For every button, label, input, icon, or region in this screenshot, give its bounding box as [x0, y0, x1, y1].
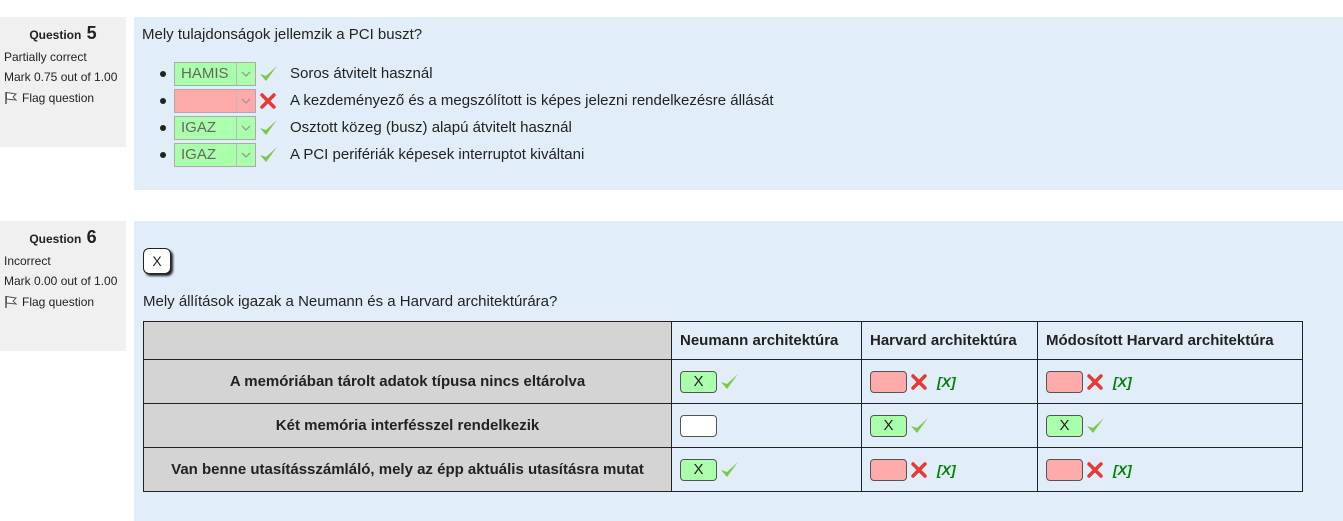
chevron-down-icon — [236, 62, 255, 85]
flag-icon — [5, 91, 18, 104]
matrix-cell: X — [1037, 403, 1303, 448]
question-label: Question — [29, 232, 82, 246]
answer-checkbox[interactable]: X — [1046, 414, 1083, 437]
matrix-cell — [671, 403, 862, 448]
cell-content: [X] — [870, 370, 1037, 393]
matrix-cell: [X] — [861, 447, 1038, 492]
question-number-value: 6 — [86, 227, 97, 247]
row-label: Van benne utasításszámláló, mely az épp … — [143, 447, 672, 492]
row-label: A memóriában tárolt adatok típusa nincs … — [143, 359, 672, 404]
flag-question-link[interactable]: Flag question — [0, 295, 126, 309]
answer-checkbox[interactable] — [870, 458, 907, 481]
answer-checkbox[interactable] — [1046, 370, 1083, 393]
cell-content: [X] — [870, 458, 1037, 481]
chevron-down-icon — [236, 89, 255, 112]
matrix-cell: [X] — [1037, 447, 1303, 492]
chevron-down-icon — [236, 143, 255, 166]
question-grade: Mark 0.00 out of 1.00 — [4, 274, 118, 288]
answer-item: A kezdeményező és a megszólított is képe… — [134, 87, 774, 114]
answer-item: IGAZ Osztott közeg (busz) alapú átvitelt … — [134, 114, 774, 141]
matrix-cell: [X] — [861, 359, 1038, 404]
x-button[interactable]: X — [143, 248, 171, 274]
cell-content: X — [680, 458, 861, 481]
question-number: Question 5 — [0, 23, 126, 44]
check-icon — [719, 372, 739, 392]
answer-checkbox[interactable] — [1046, 458, 1083, 481]
check-icon — [258, 145, 278, 165]
answer-checkbox[interactable]: X — [870, 414, 907, 437]
answer-select[interactable] — [174, 88, 256, 113]
check-icon — [719, 460, 739, 480]
matrix-row: Két memória interfésszel rendelkezik X X — [143, 403, 1303, 448]
flag-question-label: Flag question — [22, 295, 95, 309]
cross-icon — [909, 372, 929, 392]
cell-content: [X] — [1046, 458, 1302, 481]
row-label: Két memória interfésszel rendelkezik — [143, 403, 672, 448]
question-label: Question — [29, 28, 82, 42]
answer-item: IGAZ A PCI perifériák képesek interruptot… — [134, 141, 774, 168]
correct-answer-hint: [X] — [1113, 373, 1132, 390]
question-text: Mely tulajdonságok jellemzik a PCI buszt… — [142, 26, 423, 43]
answer-matrix: Neumann architektúra Harvard architektúr… — [143, 321, 1303, 492]
answer-text: Soros átvitelt használ — [290, 65, 433, 82]
answer-checkbox[interactable] — [680, 414, 717, 437]
q6-info: Question 6 Incorrect Mark 0.00 out of 1.… — [0, 221, 126, 351]
cross-icon — [1085, 460, 1105, 480]
select-value: HAMIS — [181, 65, 229, 82]
question-state: Partially correct — [4, 50, 87, 64]
answer-text: A PCI perifériák képesek interruptot kiv… — [290, 146, 585, 163]
answer-select[interactable]: IGAZ — [174, 115, 256, 140]
correct-answer-hint: [X] — [937, 373, 956, 390]
cross-icon — [1085, 372, 1105, 392]
check-icon — [258, 64, 278, 84]
cell-content: [X] — [1046, 370, 1302, 393]
q5-content: Mely tulajdonságok jellemzik a PCI buszt… — [134, 17, 1343, 190]
cell-content: X — [870, 414, 1037, 437]
check-icon — [1085, 416, 1105, 436]
matrix-cell: X — [861, 403, 1038, 448]
cell-content: X — [1046, 414, 1302, 437]
check-icon — [258, 118, 278, 138]
answer-checkbox[interactable] — [870, 370, 907, 393]
answer-item: HAMIS Soros átvitelt használ — [134, 60, 774, 87]
column-header: Harvard architektúra — [861, 321, 1038, 360]
answer-checkbox[interactable]: X — [680, 458, 717, 481]
question-grade: Mark 0.75 out of 1.00 — [4, 70, 118, 84]
answer-checkbox[interactable]: X — [680, 370, 717, 393]
column-header: Módosított Harvard architektúra — [1037, 321, 1303, 360]
matrix-cell: X — [671, 359, 862, 404]
correct-answer-hint: [X] — [1113, 461, 1132, 478]
answer-select[interactable]: IGAZ — [174, 142, 256, 167]
q5-info: Question 5 Partially correct Mark 0.75 o… — [0, 17, 126, 147]
check-icon — [909, 416, 929, 436]
answer-text: Osztott közeg (busz) alapú átvitelt hasz… — [290, 119, 572, 136]
column-header: Neumann architektúra — [671, 321, 862, 360]
matrix-header-row: Neumann architektúra Harvard architektúr… — [143, 321, 1303, 360]
correct-answer-hint: [X] — [937, 461, 956, 478]
flag-question-label: Flag question — [22, 91, 95, 105]
matrix-cell: X — [671, 447, 862, 492]
cell-content: X — [680, 370, 861, 393]
question-state: Incorrect — [4, 254, 51, 268]
answer-select[interactable]: HAMIS — [174, 61, 256, 86]
matrix-corner — [143, 321, 672, 360]
matrix-row: A memóriában tárolt adatok típusa nincs … — [143, 359, 1303, 404]
matrix-row: Van benne utasításszámláló, mely az épp … — [143, 447, 1303, 492]
answer-text: A kezdeményező és a megszólított is képe… — [290, 92, 774, 109]
flag-question-link[interactable]: Flag question — [0, 91, 126, 105]
matrix-cell: [X] — [1037, 359, 1303, 404]
question-number: Question 6 — [0, 227, 126, 248]
cell-content — [680, 414, 861, 437]
flag-icon — [5, 295, 18, 308]
answer-list: HAMIS Soros átvitelt használ A kezdeményez… — [134, 60, 774, 168]
cross-icon — [258, 91, 278, 111]
select-value: IGAZ — [181, 119, 217, 136]
select-value: IGAZ — [181, 146, 217, 163]
chevron-down-icon — [236, 116, 255, 139]
question-text: Mely állítások igazak a Neumann és a Har… — [143, 293, 558, 310]
cross-icon — [909, 460, 929, 480]
question-number-value: 5 — [86, 23, 97, 43]
